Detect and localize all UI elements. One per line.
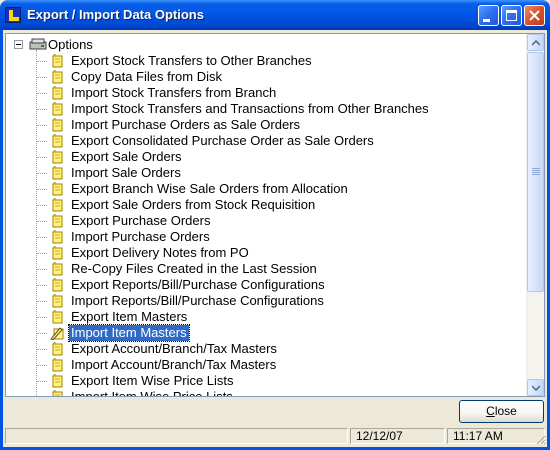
- document-icon: [52, 182, 63, 196]
- tree-item-label: Export Stock Transfers to Other Branches: [71, 53, 312, 68]
- tree-item-label: Import Account/Branch/Tax Masters: [71, 357, 277, 372]
- tree-item-label: Export Reports/Bill/Purchase Configurati…: [71, 277, 325, 292]
- tree-item-label: Import Reports/Bill/Purchase Configurati…: [71, 293, 324, 308]
- minimize-button[interactable]: [478, 5, 499, 26]
- tree-item-label: Copy Data Files from Disk: [71, 69, 222, 84]
- tree-item[interactable]: Import Purchase Orders: [6, 229, 526, 245]
- tree-item-label: Export Item Wise Price Lists: [71, 373, 234, 388]
- tree-item[interactable]: Import Reports/Bill/Purchase Configurati…: [6, 293, 526, 309]
- pencil-document-icon: [50, 327, 64, 340]
- tree-item-label: Export Branch Wise Sale Orders from Allo…: [71, 181, 348, 196]
- tree-item[interactable]: Export Item Masters: [6, 309, 526, 325]
- tree-item-label: Export Account/Branch/Tax Masters: [71, 341, 277, 356]
- document-icon: [52, 198, 63, 212]
- document-icon: [52, 262, 63, 276]
- status-panel-main: [5, 428, 348, 444]
- minimize-icon: [483, 19, 490, 22]
- tree-item[interactable]: Export Stock Transfers to Other Branches: [6, 53, 526, 69]
- status-time: 11:17 AM: [447, 428, 545, 444]
- tree-item[interactable]: Export Reports/Bill/Purchase Configurati…: [6, 277, 526, 293]
- collapse-icon[interactable]: [14, 40, 23, 49]
- document-icon: [52, 342, 63, 356]
- tree-item[interactable]: Copy Data Files from Disk: [6, 69, 526, 85]
- tree-item-label: Export Item Masters: [71, 309, 188, 324]
- tree-item[interactable]: Import Stock Transfers from Branch: [6, 85, 526, 101]
- scrollbar-thumb[interactable]: [527, 52, 544, 292]
- document-icon: [52, 390, 63, 396]
- chevron-down-icon: [532, 385, 540, 391]
- tree-item-label: Export Sale Orders: [71, 149, 182, 164]
- scroll-down-button[interactable]: [527, 379, 544, 396]
- resize-grip-icon[interactable]: [534, 433, 546, 445]
- close-button[interactable]: Close: [459, 400, 544, 423]
- tree-item[interactable]: Export Sale Orders: [6, 149, 526, 165]
- document-icon: [52, 70, 63, 84]
- tree-item[interactable]: Re-Copy Files Created in the Last Sessio…: [6, 261, 526, 277]
- document-icon: [52, 230, 63, 244]
- scroll-up-button[interactable]: [527, 34, 544, 51]
- tree-item[interactable]: Export Purchase Orders: [6, 213, 526, 229]
- document-icon: [52, 118, 63, 132]
- tree-item[interactable]: Import Sale Orders: [6, 165, 526, 181]
- document-icon: [52, 150, 63, 164]
- tree-item[interactable]: Export Item Wise Price Lists: [6, 373, 526, 389]
- tree-item-label: Import Purchase Orders: [71, 229, 210, 244]
- status-date: 12/12/07: [350, 428, 445, 444]
- document-icon: [52, 358, 63, 372]
- tree-item-label: Import Sale Orders: [71, 165, 181, 180]
- document-icon: [52, 246, 63, 260]
- tree-item[interactable]: Import Item Masters: [6, 324, 526, 342]
- window-title: Export / Import Data Options: [27, 7, 204, 22]
- status-bar: 12/12/07 11:17 AM: [3, 426, 547, 446]
- tree-item[interactable]: Export Account/Branch/Tax Masters: [6, 341, 526, 357]
- tree-item-label: Export Purchase Orders: [71, 213, 211, 228]
- tree-item[interactable]: Export Sale Orders from Stock Requisitio…: [6, 197, 526, 213]
- document-icon: [52, 374, 63, 388]
- document-icon: [52, 310, 63, 324]
- title-bar[interactable]: Export / Import Data Options: [0, 0, 550, 30]
- tree-item-label: Import Item Masters: [68, 324, 190, 342]
- document-icon: [52, 102, 63, 116]
- tree-item-label: Re-Copy Files Created in the Last Sessio…: [71, 261, 317, 276]
- app-logo-icon[interactable]: [5, 7, 21, 23]
- tree-item[interactable]: Import Account/Branch/Tax Masters: [6, 357, 526, 373]
- options-tree[interactable]: Options Export Stock Transfers to Other …: [5, 33, 545, 397]
- document-icon: [52, 134, 63, 148]
- tree-item[interactable]: Export Branch Wise Sale Orders from Allo…: [6, 181, 526, 197]
- document-icon: [52, 294, 63, 308]
- tree-item-label: Export Delivery Notes from PO: [71, 245, 249, 260]
- tree-item[interactable]: Export Consolidated Purchase Order as Sa…: [6, 133, 526, 149]
- tree-item[interactable]: Import Stock Transfers and Transactions …: [6, 101, 526, 117]
- document-icon: [52, 278, 63, 292]
- tree-item-label: Export Consolidated Purchase Order as Sa…: [71, 133, 374, 148]
- vertical-scrollbar[interactable]: [526, 34, 544, 396]
- tree-item-label: Import Purchase Orders as Sale Orders: [71, 117, 301, 132]
- document-icon: [52, 54, 63, 68]
- close-icon: [529, 10, 540, 21]
- close-window-button[interactable]: [524, 5, 545, 26]
- tree-item[interactable]: Export Delivery Notes from PO: [6, 245, 526, 261]
- tree-item-label: Import Stock Transfers from Branch: [71, 85, 277, 100]
- tree-item-label: Export Sale Orders from Stock Requisitio…: [71, 197, 316, 212]
- maximize-button[interactable]: [501, 5, 522, 26]
- document-icon: [52, 166, 63, 180]
- drive-icon: [29, 38, 47, 50]
- document-icon: [52, 214, 63, 228]
- app-window: Export / Import Data Options Options Exp…: [0, 0, 550, 450]
- tree-item-label: Import Item Wise Price Lists: [71, 389, 233, 397]
- document-icon: [52, 86, 63, 100]
- chevron-up-icon: [532, 40, 540, 46]
- maximize-icon: [506, 10, 517, 21]
- dialog-client-area: Options Export Stock Transfers to Other …: [3, 30, 547, 447]
- tree-item[interactable]: Import Purchase Orders as Sale Orders: [6, 117, 526, 133]
- tree-item[interactable]: Import Item Wise Price Lists: [6, 389, 526, 397]
- tree-item-label: Import Stock Transfers and Transactions …: [71, 101, 429, 116]
- tree-root-label[interactable]: Options: [48, 37, 93, 52]
